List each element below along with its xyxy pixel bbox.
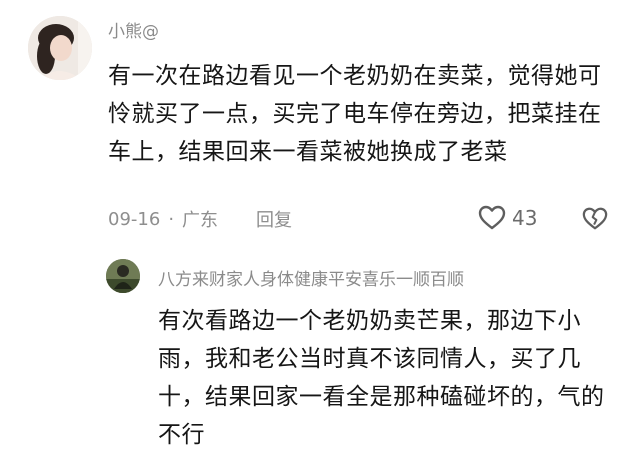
- avatar[interactable]: [28, 16, 92, 80]
- broken-heart-icon[interactable]: [582, 206, 608, 232]
- like-button[interactable]: 43: [478, 205, 537, 231]
- comment-username[interactable]: 小熊@: [108, 17, 159, 42]
- reply-username[interactable]: 八方来财家人身体健康平安喜乐一顺百顺: [158, 265, 464, 290]
- comment-date: 09-16: [108, 208, 161, 230]
- reply-avatar-photo: [106, 259, 140, 293]
- reply-text: 有次看路边一个老奶奶卖芒果，那边下小雨，我和老公当时真不该同情人，买了几十，结果…: [158, 308, 605, 448]
- comment-meta: 09-16 · 广东 回复: [108, 206, 292, 232]
- heart-outline-icon: [478, 205, 506, 230]
- like-count: 43: [512, 206, 538, 230]
- comment-location: 广东: [182, 210, 219, 231]
- reply-button[interactable]: 回复: [256, 206, 292, 232]
- avatar-photo: [28, 16, 92, 80]
- comment-text: 有一次在路边看见一个老奶奶在卖菜，觉得她可怜就买了一点，买完了电车停在旁边，把菜…: [108, 63, 602, 165]
- reply-avatar[interactable]: [106, 259, 140, 293]
- meta-separator: ·: [168, 208, 175, 230]
